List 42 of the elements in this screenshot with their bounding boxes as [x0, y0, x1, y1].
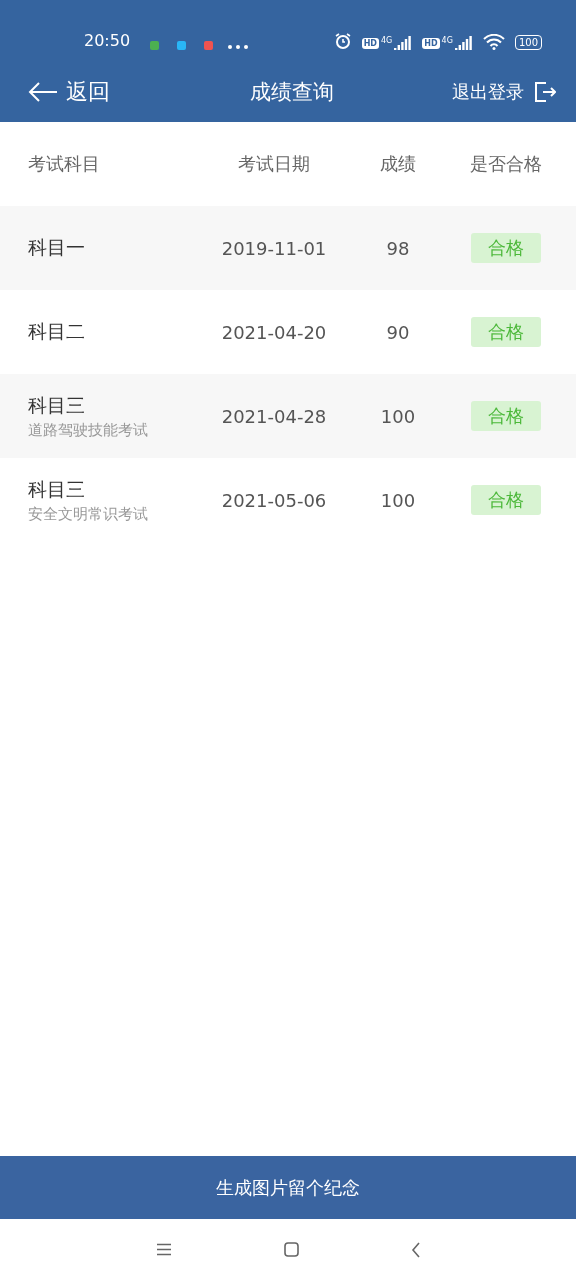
column-header: 考试日期 — [237, 152, 311, 176]
logout-icon — [534, 81, 556, 103]
back-button[interactable]: 返回 — [28, 77, 178, 107]
home-icon[interactable] — [283, 1242, 299, 1257]
exam-date: 2019-11-01 — [220, 237, 328, 259]
column-header: 是否合格 — [469, 152, 543, 176]
result-tag: 合格 — [471, 233, 541, 263]
menu-icon[interactable] — [155, 1243, 172, 1256]
result-tag: 合格 — [471, 401, 541, 431]
hd-badge: HD — [361, 37, 379, 49]
result-tag: 合格 — [471, 317, 541, 347]
subject-note: 道路驾驶技能考试 — [28, 420, 149, 440]
exam-score: 100 — [379, 489, 417, 511]
exam-score: 90 — [385, 321, 411, 343]
column-header: 考试科目 — [28, 152, 101, 176]
result-tag: 合格 — [471, 485, 541, 515]
exam-date: 2021-04-28 — [220, 405, 328, 427]
signal-icon — [394, 36, 413, 50]
signal-icon — [454, 36, 473, 50]
column-header: 成绩 — [379, 152, 417, 176]
alarm-icon — [333, 32, 352, 50]
subject-name: 科目三 — [28, 392, 86, 418]
back-icon[interactable] — [410, 1241, 421, 1258]
subject-name: 科目二 — [28, 319, 86, 344]
status-time: 20:50 — [84, 31, 131, 50]
wifi-icon — [482, 34, 505, 50]
subject-name: 科目一 — [28, 235, 86, 260]
hd-badge: HD — [422, 37, 440, 49]
page-title: 成绩查询 — [249, 79, 335, 106]
exam-score: 98 — [385, 237, 411, 259]
exam-score: 100 — [379, 405, 417, 427]
exam-date: 2021-04-20 — [220, 321, 328, 343]
exam-date: 2021-05-06 — [220, 489, 328, 511]
subject-note: 安全文明常识考试 — [28, 504, 149, 524]
network-type: 4G — [441, 36, 453, 45]
subject-name: 科目三 — [28, 476, 86, 502]
battery-indicator: 100 — [514, 35, 542, 50]
arrow-left-icon — [28, 82, 58, 102]
network-type: 4G — [380, 36, 393, 45]
logout-button[interactable]: 退出登录 — [406, 80, 556, 104]
generate-image-button[interactable]: 生成图片留个纪念 — [0, 1156, 576, 1219]
more-icon — [227, 44, 250, 50]
